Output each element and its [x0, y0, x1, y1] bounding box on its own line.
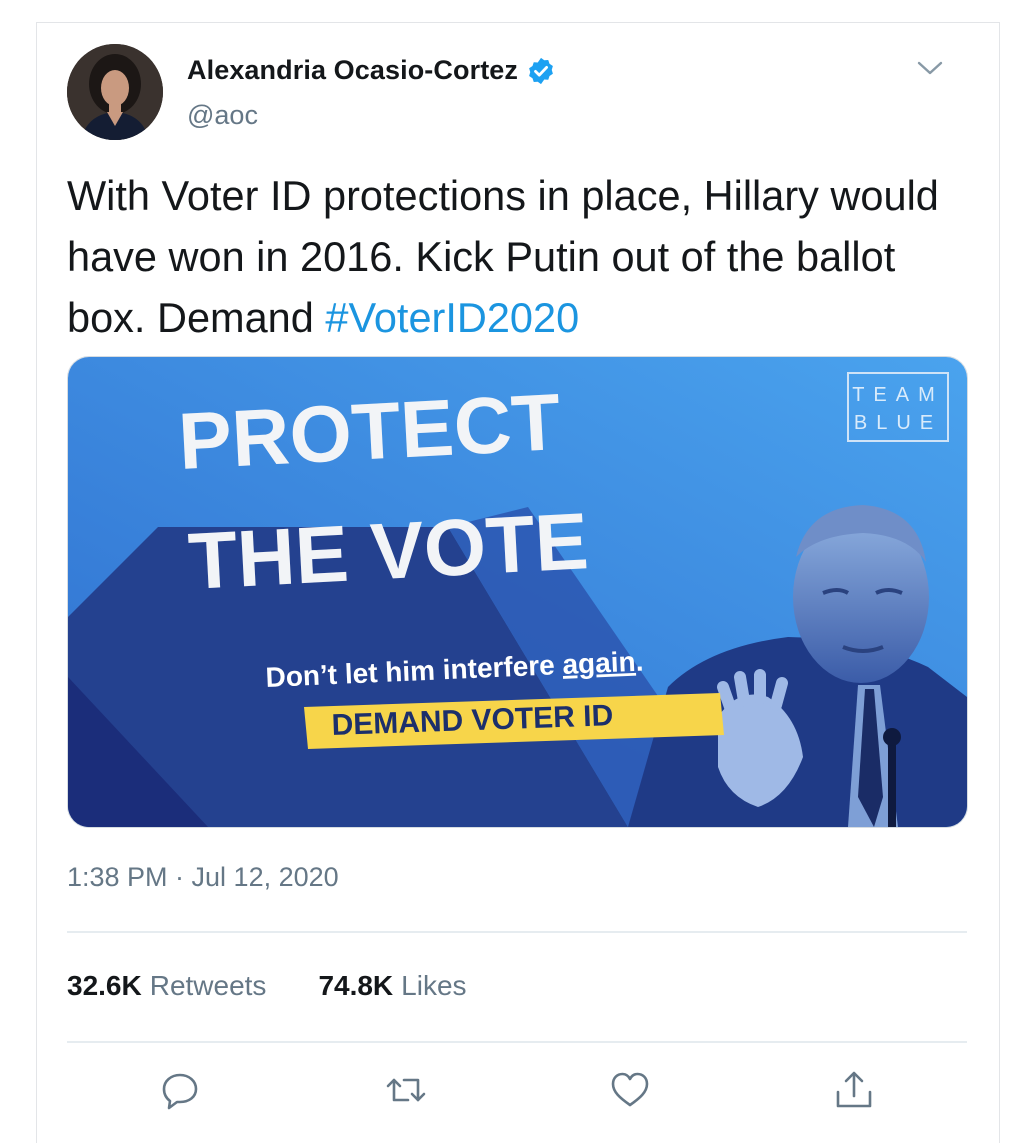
avatar[interactable]	[67, 44, 163, 140]
tweet-timestamp[interactable]: 1:38 PM · Jul 12, 2020	[67, 862, 339, 893]
author-handle[interactable]: @aoc	[187, 100, 258, 131]
author-name[interactable]: Alexandria Ocasio-Cortez	[187, 55, 518, 86]
brand-line-1: TEAM	[852, 384, 944, 406]
tweet-media[interactable]: TEAM BLUE PROTECT THE VOTE Don’t let him…	[67, 356, 968, 828]
divider-bottom	[67, 1041, 967, 1043]
verified-badge-icon	[529, 57, 553, 84]
retweet-button[interactable]	[384, 1068, 428, 1112]
heart-icon	[611, 1072, 649, 1107]
author-row: Alexandria Ocasio-Cortez	[187, 55, 556, 86]
likes-label: Likes	[401, 970, 467, 1001]
reply-icon	[162, 1073, 198, 1110]
brand-line-2: BLUE	[854, 412, 942, 434]
divider-top	[67, 931, 967, 933]
retweet-icon	[386, 1078, 426, 1102]
reply-button[interactable]	[158, 1068, 202, 1112]
subline-suffix: .	[635, 646, 644, 677]
hashtag-link[interactable]: #VoterID2020	[325, 294, 579, 341]
likes-stat[interactable]: 74.8K Likes	[318, 970, 466, 1002]
share-button[interactable]	[832, 1068, 876, 1112]
tweet-stats: 32.6K Retweets 74.8K Likes	[67, 970, 467, 1002]
tweet-text: With Voter ID protections in place, Hill…	[67, 165, 972, 348]
retweets-count: 32.6K	[67, 970, 142, 1001]
chevron-down-icon[interactable]	[916, 58, 944, 78]
media-graphic: TEAM BLUE PROTECT THE VOTE Don’t let him…	[68, 357, 967, 827]
likes-count: 74.8K	[318, 970, 394, 1001]
like-button[interactable]	[608, 1068, 652, 1112]
retweets-label: Retweets	[149, 970, 267, 1001]
avatar-image	[67, 44, 163, 140]
subline-underlined: again	[562, 646, 636, 680]
retweets-stat[interactable]: 32.6K Retweets	[67, 970, 266, 1002]
share-icon	[836, 1071, 872, 1108]
